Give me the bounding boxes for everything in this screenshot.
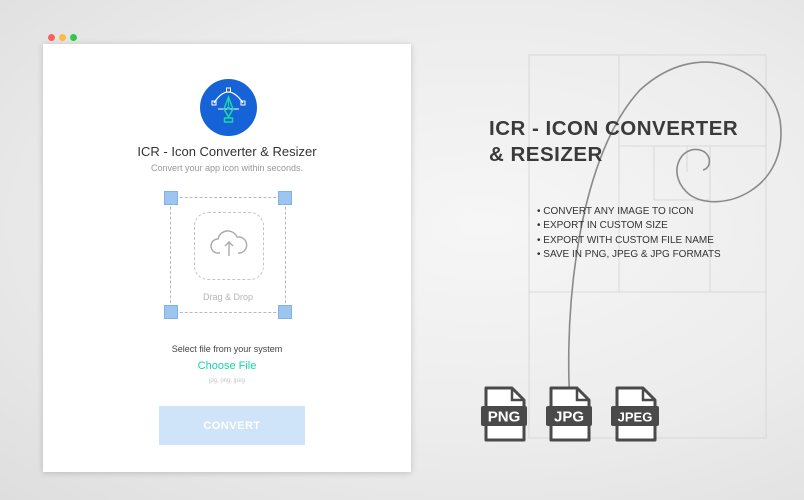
feature-list: CONVERT ANY IMAGE TO ICON EXPORT IN CUST… <box>537 205 721 262</box>
feature-item: EXPORT IN CUSTOM SIZE <box>537 219 721 233</box>
feature-item: EXPORT WITH CUSTOM FILE NAME <box>537 234 721 248</box>
jpeg-file-icon: JPEG <box>611 386 659 442</box>
jpg-label: JPG <box>554 409 584 426</box>
png-label: PNG <box>488 409 521 426</box>
feature-item: CONVERT ANY IMAGE TO ICON <box>537 205 721 219</box>
promo-headline: ICR - ICON CONVERTER & RESIZER <box>489 116 794 168</box>
jpeg-label: JPEG <box>618 410 653 425</box>
headline-line-1: ICR - ICON CONVERTER <box>489 117 739 140</box>
feature-item: SAVE IN PNG, JPEG & JPG FORMATS <box>537 248 720 262</box>
png-file-icon: PNG <box>481 386 527 442</box>
jpg-file-icon: JPG <box>546 386 592 442</box>
headline-line-2: & RESIZER <box>489 143 603 166</box>
